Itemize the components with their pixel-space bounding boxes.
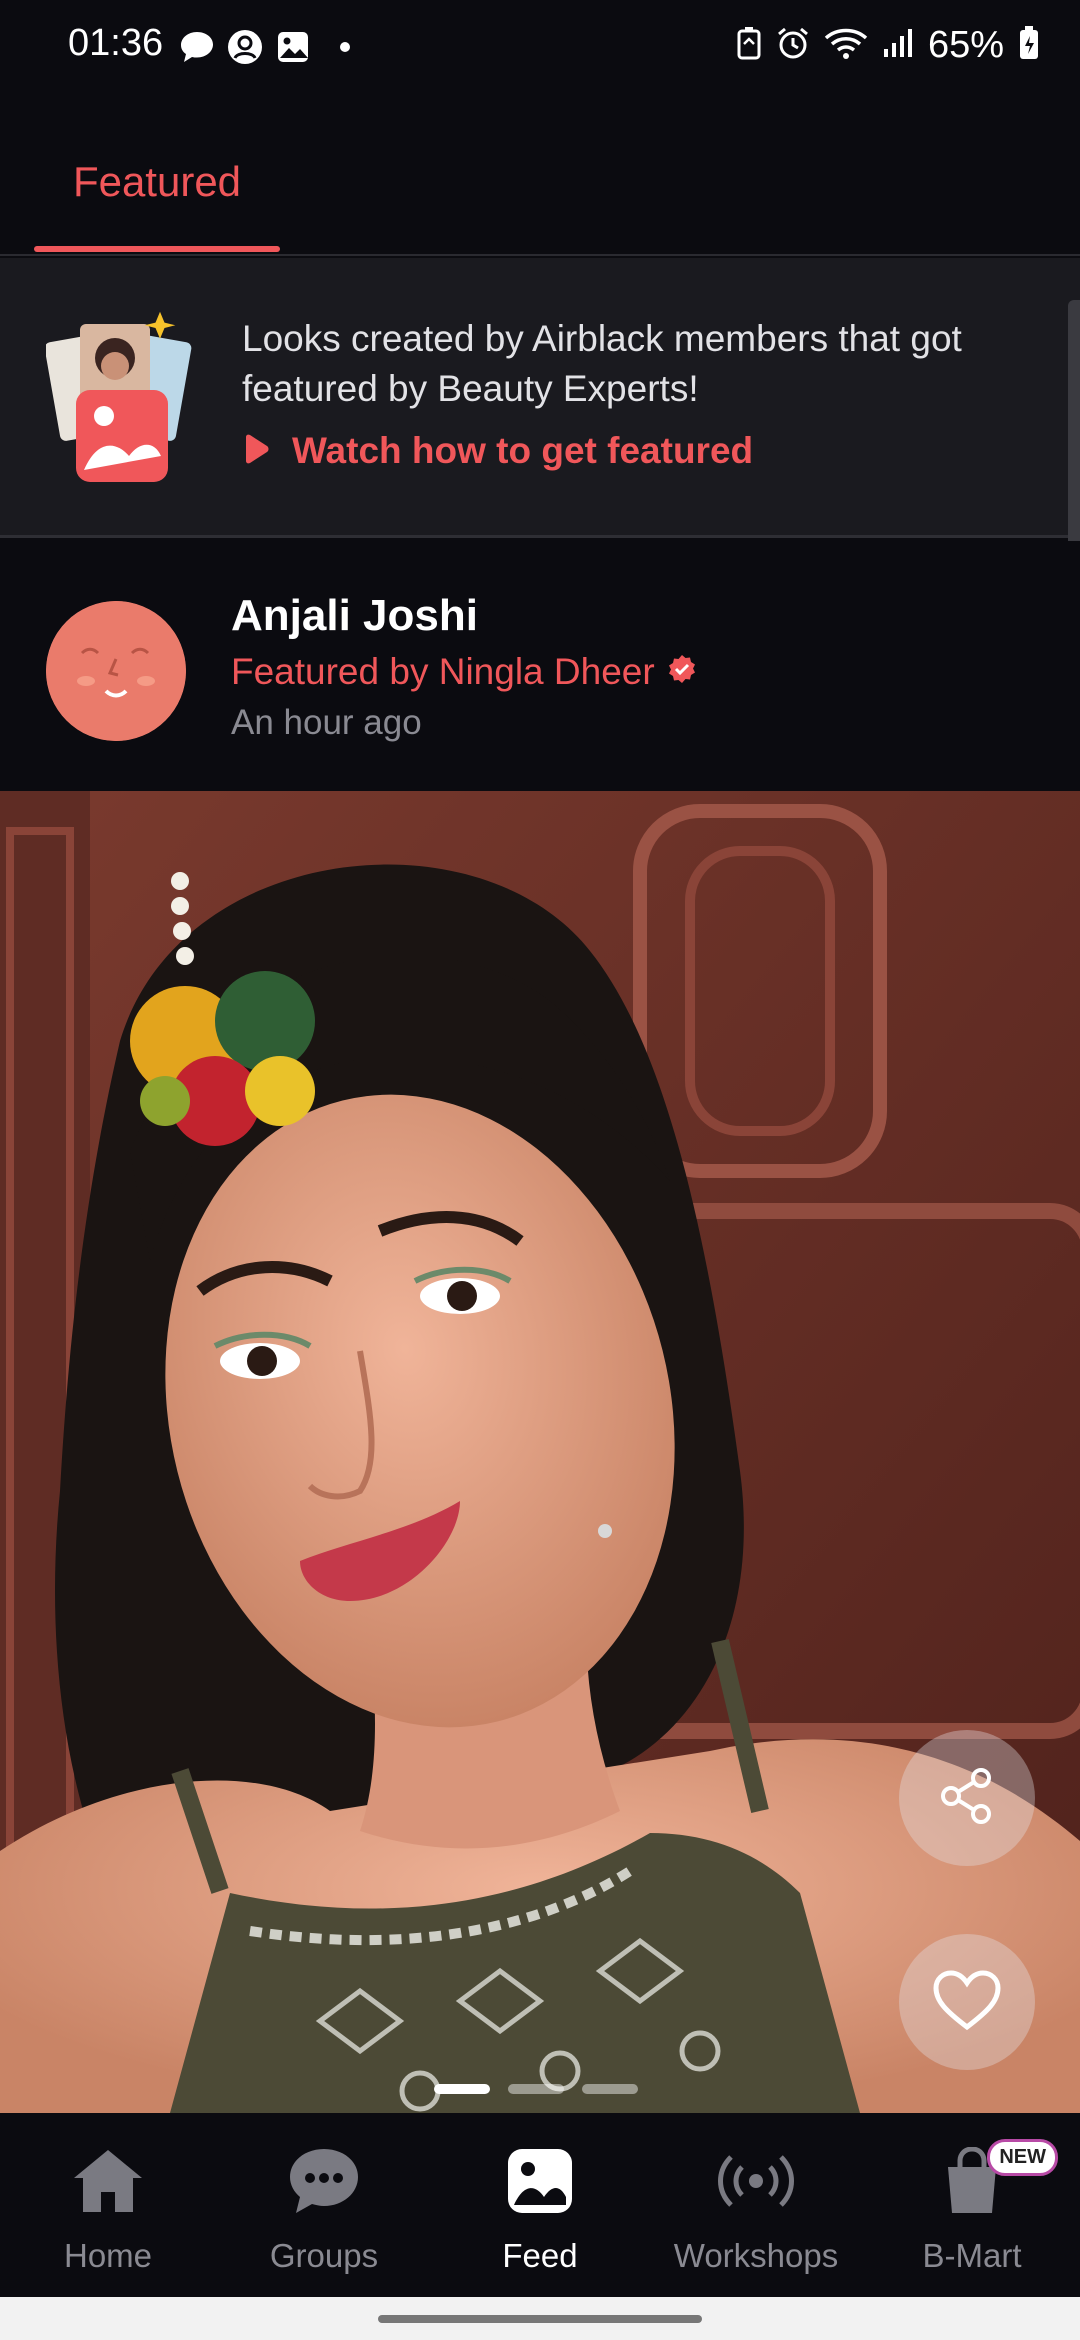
post-header: Anjali Joshi Featured by Ningla Dheer An… bbox=[0, 541, 1080, 791]
dot-icon bbox=[340, 42, 350, 52]
chat-icon bbox=[284, 2141, 364, 2221]
account-icon bbox=[226, 28, 264, 66]
carousel-dot-active bbox=[434, 2084, 490, 2094]
featured-info-banner: Looks created by Airblack members that g… bbox=[0, 258, 1080, 538]
banner-description: Looks created by Airblack members that g… bbox=[242, 318, 962, 409]
nav-bmart-label: B-Mart bbox=[922, 2237, 1022, 2274]
heart-icon bbox=[932, 1969, 1002, 2036]
featured-by-line[interactable]: Featured by Ningla Dheer bbox=[231, 651, 697, 693]
battery-icon bbox=[1018, 25, 1040, 66]
tab-featured[interactable]: Featured bbox=[34, 158, 280, 252]
nav-feed[interactable]: Feed bbox=[432, 2113, 648, 2297]
watch-how-label: Watch how to get featured bbox=[292, 430, 754, 471]
wifi-icon bbox=[824, 26, 868, 65]
featured-by-text: Featured by Ningla Dheer bbox=[231, 651, 655, 692]
chat-bubble-icon bbox=[178, 28, 216, 66]
new-badge: NEW bbox=[987, 2139, 1058, 2176]
post-timestamp: An hour ago bbox=[231, 703, 422, 742]
nav-home[interactable]: Home bbox=[0, 2113, 216, 2297]
gesture-navigation-bar bbox=[0, 2297, 1080, 2340]
bottom-navigation: Home Groups Feed Workshops B-Mart NEW bbox=[0, 2113, 1080, 2297]
status-time: 01:36 bbox=[68, 22, 164, 64]
tab-bar: Featured bbox=[0, 96, 1080, 256]
like-button[interactable] bbox=[899, 1934, 1035, 2070]
featured-looks-illustration bbox=[44, 310, 196, 490]
image-icon bbox=[274, 28, 312, 66]
nav-workshops[interactable]: Workshops bbox=[648, 2113, 864, 2297]
battery-saver-icon bbox=[736, 26, 762, 65]
post-author-name[interactable]: Anjali Joshi bbox=[231, 591, 478, 641]
alarm-icon bbox=[776, 26, 810, 65]
watch-how-link[interactable]: Watch how to get featured bbox=[242, 430, 753, 472]
nav-workshops-label: Workshops bbox=[673, 2237, 839, 2274]
home-gesture-handle[interactable] bbox=[378, 2315, 702, 2323]
nav-bmart[interactable]: B-Mart NEW bbox=[864, 2113, 1080, 2297]
signal-icon bbox=[882, 27, 914, 64]
broadcast-icon bbox=[716, 2141, 796, 2221]
carousel-dot bbox=[582, 2084, 638, 2094]
notification-icons bbox=[178, 28, 350, 66]
nav-groups[interactable]: Groups bbox=[216, 2113, 432, 2297]
nav-feed-label: Feed bbox=[502, 2237, 578, 2274]
avatar[interactable] bbox=[46, 601, 186, 741]
tab-featured-label: Featured bbox=[72, 158, 242, 205]
nav-groups-label: Groups bbox=[269, 2237, 379, 2274]
carousel-dot bbox=[508, 2084, 564, 2094]
verified-badge-icon bbox=[667, 651, 697, 693]
home-icon bbox=[68, 2141, 148, 2221]
share-icon bbox=[935, 1764, 999, 1833]
image-icon bbox=[500, 2141, 580, 2221]
nav-home-label: Home bbox=[63, 2237, 153, 2274]
post-photo[interactable] bbox=[0, 791, 1080, 2113]
system-icons: 65% bbox=[736, 24, 1040, 67]
play-icon bbox=[242, 434, 270, 469]
carousel-indicator bbox=[434, 2084, 638, 2094]
tab-active-indicator bbox=[34, 246, 280, 252]
share-button[interactable] bbox=[899, 1730, 1035, 1866]
status-bar: 01:36 65% bbox=[0, 0, 1080, 96]
portrait-image bbox=[0, 791, 1080, 2113]
battery-percent: 65% bbox=[927, 24, 1004, 66]
